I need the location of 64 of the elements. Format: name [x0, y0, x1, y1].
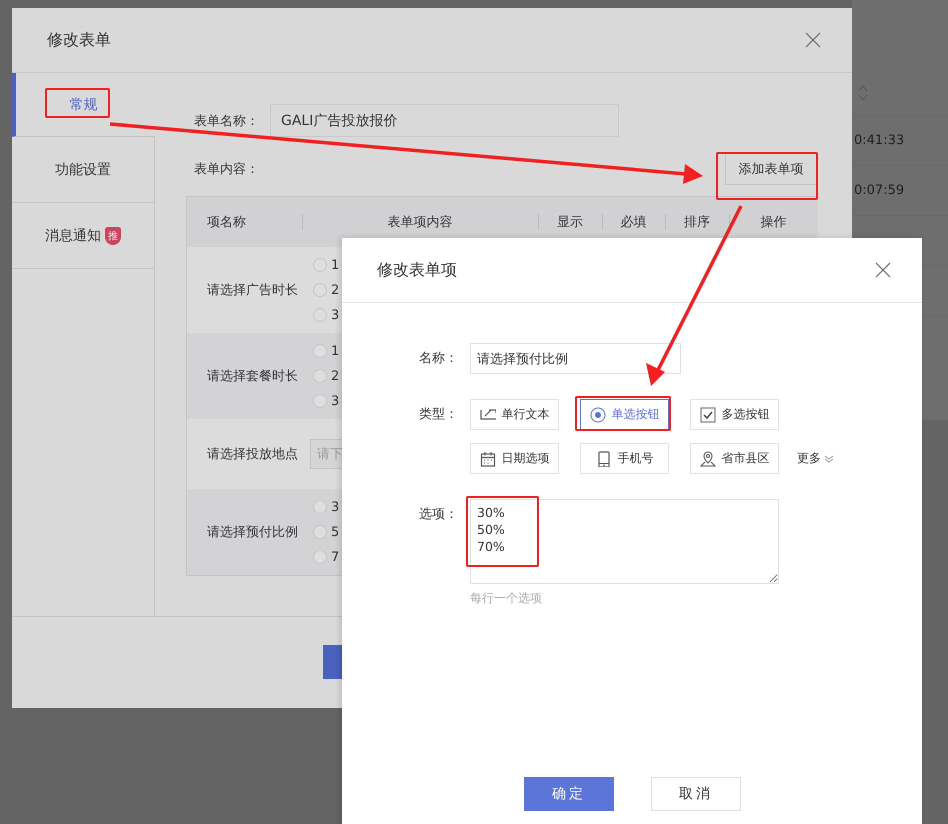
chevron-down-icon	[824, 454, 834, 464]
table-cell-text: 请选择广告时长	[207, 282, 298, 299]
name-field[interactable]: 请选择预付比例	[470, 343, 681, 374]
radio-button[interactable]	[313, 369, 327, 383]
option-label: 1	[331, 344, 340, 358]
more-link[interactable]: 更多	[797, 443, 821, 474]
radio-button[interactable]	[313, 308, 327, 322]
type-option[interactable]: 省市县区	[690, 443, 779, 474]
cancel-button[interactable]: 取消	[651, 777, 741, 811]
options-field[interactable]: 30% 50% 70%	[470, 499, 779, 584]
hint-text: 每行一个选项	[470, 590, 543, 607]
radio-icon	[590, 406, 606, 422]
radio-button[interactable]	[313, 344, 327, 358]
column-header: 必填	[620, 214, 646, 231]
confirm-button[interactable]: 确定	[524, 777, 614, 811]
calendar-icon	[480, 450, 496, 466]
column-header: 操作	[760, 214, 786, 231]
option-label: 1	[331, 258, 340, 272]
type-option[interactable]: 多选按钮	[690, 399, 779, 430]
option-label: 2	[331, 282, 340, 298]
radio-button[interactable]	[313, 394, 327, 408]
sidebar-tab[interactable]: 常规	[12, 73, 155, 137]
field-label: 类型：	[418, 406, 458, 424]
radio-button[interactable]	[313, 258, 327, 272]
checkbox-icon	[700, 406, 716, 422]
column-header: 表单项内容	[388, 214, 452, 231]
column-header: 项名称	[207, 214, 246, 231]
phone-icon	[596, 450, 612, 466]
option-label: 7	[331, 550, 340, 564]
option-label: 5	[331, 524, 340, 540]
highlight-frame	[45, 88, 110, 118]
radio-button[interactable]	[313, 283, 327, 297]
column-header: 排序	[684, 214, 710, 231]
sort-icon	[858, 84, 868, 100]
recommend-badge: 推	[105, 226, 121, 244]
radio-button[interactable]	[313, 550, 327, 564]
field-label: 表单内容：	[194, 160, 260, 178]
type-option[interactable]: 单行文本	[470, 399, 559, 430]
table-cell-text: 请选择投放地点	[207, 446, 298, 463]
edit-icon	[480, 406, 496, 422]
dialog-title: 修改表单	[47, 30, 111, 50]
time-text: 0:07:59	[854, 183, 904, 198]
column-header: 显示	[557, 214, 583, 231]
time-text: 0:41:33	[854, 133, 904, 148]
type-option[interactable]: 手机号	[580, 443, 669, 474]
field-label: 选项：	[418, 506, 458, 524]
type-option[interactable]: 日期选项	[470, 443, 559, 474]
add-item-button[interactable]: 添加表单项	[725, 152, 817, 185]
close-icon[interactable]	[805, 32, 821, 48]
table-cell-text: 请选择预付比例	[207, 524, 298, 541]
table-cell-text: 请选择套餐时长	[207, 368, 298, 385]
radio-button[interactable]	[313, 525, 327, 539]
type-option[interactable]: 单选按钮	[580, 399, 669, 430]
name-field[interactable]: GALI广告投放报价	[270, 104, 619, 137]
option-label: 3	[331, 500, 340, 514]
field-label: 名称：	[418, 350, 458, 368]
field-label: 表单名称：	[194, 112, 260, 130]
dialog-title: 修改表单项	[377, 260, 457, 280]
option-label: 3	[331, 308, 340, 322]
option-label: 2	[331, 368, 340, 384]
close-icon[interactable]	[875, 262, 891, 278]
location-pin-icon	[700, 450, 716, 466]
option-label: 3	[331, 394, 340, 408]
radio-button[interactable]	[313, 500, 327, 514]
